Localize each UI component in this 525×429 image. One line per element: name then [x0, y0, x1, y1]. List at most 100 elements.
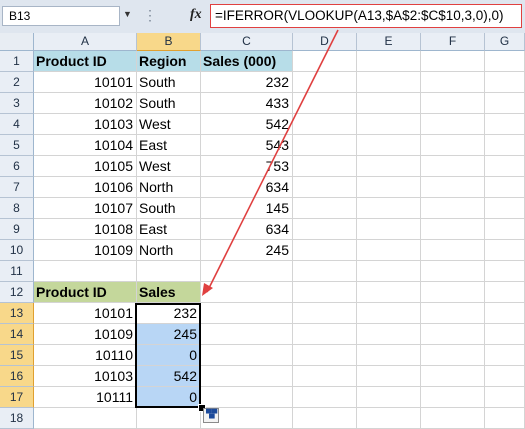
empty-cell[interactable]: [421, 114, 485, 135]
empty-cell[interactable]: [421, 135, 485, 156]
cell-b12[interactable]: Sales: [137, 282, 201, 303]
cell-a1[interactable]: Product ID: [34, 51, 137, 72]
row-header-18[interactable]: 18: [0, 408, 34, 429]
empty-cell[interactable]: [421, 282, 485, 303]
cell-a16[interactable]: 10103: [34, 366, 137, 387]
empty-cell[interactable]: [293, 114, 357, 135]
empty-cell[interactable]: [293, 219, 357, 240]
cell-b17[interactable]: 0: [137, 387, 201, 408]
empty-cell[interactable]: [293, 387, 357, 408]
empty-cell[interactable]: [485, 177, 525, 198]
empty-cell[interactable]: [137, 261, 201, 282]
cell-a2[interactable]: 10101: [34, 72, 137, 93]
insert-function-button[interactable]: fx: [190, 5, 208, 25]
column-header-b[interactable]: B: [137, 33, 201, 51]
empty-cell[interactable]: [421, 366, 485, 387]
cell-a9[interactable]: 10108: [34, 219, 137, 240]
column-header-f[interactable]: F: [421, 33, 485, 51]
cell-b14[interactable]: 245: [137, 324, 201, 345]
cell-a8[interactable]: 10107: [34, 198, 137, 219]
row-header-6[interactable]: 6: [0, 156, 34, 177]
empty-cell[interactable]: [357, 219, 421, 240]
cell-a12[interactable]: Product ID: [34, 282, 137, 303]
empty-cell[interactable]: [485, 261, 525, 282]
empty-cell[interactable]: [357, 114, 421, 135]
column-header-c[interactable]: C: [201, 33, 293, 51]
empty-cell[interactable]: [485, 135, 525, 156]
empty-cell[interactable]: [421, 240, 485, 261]
empty-cell[interactable]: [485, 240, 525, 261]
empty-cell[interactable]: [357, 387, 421, 408]
empty-cell[interactable]: [485, 324, 525, 345]
empty-cell[interactable]: [485, 198, 525, 219]
empty-cell[interactable]: [485, 114, 525, 135]
cell-b9[interactable]: East: [137, 219, 201, 240]
cell-c6[interactable]: 753: [201, 156, 293, 177]
empty-cell[interactable]: [357, 324, 421, 345]
empty-cell[interactable]: [485, 345, 525, 366]
empty-cell[interactable]: [357, 72, 421, 93]
cell-b13-active[interactable]: 232: [137, 303, 201, 324]
empty-cell[interactable]: [293, 261, 357, 282]
empty-cell[interactable]: [485, 72, 525, 93]
empty-cell[interactable]: [485, 303, 525, 324]
empty-cell[interactable]: [357, 240, 421, 261]
cell-a7[interactable]: 10106: [34, 177, 137, 198]
empty-cell[interactable]: [293, 282, 357, 303]
cell-c9[interactable]: 634: [201, 219, 293, 240]
cell-b15[interactable]: 0: [137, 345, 201, 366]
select-all-corner[interactable]: [0, 33, 34, 51]
cell-c5[interactable]: 543: [201, 135, 293, 156]
auto-fill-options-icon[interactable]: ▀▀ ▀: [203, 408, 219, 423]
empty-cell[interactable]: [485, 408, 525, 429]
empty-cell[interactable]: [357, 366, 421, 387]
empty-cell[interactable]: [357, 345, 421, 366]
cell-a13[interactable]: 10101: [34, 303, 137, 324]
empty-cell[interactable]: [485, 51, 525, 72]
empty-cell[interactable]: [485, 366, 525, 387]
empty-cell[interactable]: [421, 177, 485, 198]
cell-c3[interactable]: 433: [201, 93, 293, 114]
empty-cell[interactable]: [485, 219, 525, 240]
formula-bar-splitter-icon[interactable]: ⋮: [143, 7, 158, 24]
empty-cell[interactable]: [34, 261, 137, 282]
empty-cell[interactable]: [357, 51, 421, 72]
row-header-2[interactable]: 2: [0, 72, 34, 93]
cell-a3[interactable]: 10102: [34, 93, 137, 114]
row-header-10[interactable]: 10: [0, 240, 34, 261]
empty-cell[interactable]: [201, 387, 293, 408]
row-header-4[interactable]: 4: [0, 114, 34, 135]
empty-cell[interactable]: [421, 156, 485, 177]
cell-c4[interactable]: 542: [201, 114, 293, 135]
empty-cell[interactable]: [485, 282, 525, 303]
cell-b3[interactable]: South: [137, 93, 201, 114]
row-header-9[interactable]: 9: [0, 219, 34, 240]
empty-cell[interactable]: [357, 261, 421, 282]
empty-cell[interactable]: [421, 324, 485, 345]
cell-b4[interactable]: West: [137, 114, 201, 135]
cell-a6[interactable]: 10105: [34, 156, 137, 177]
empty-cell[interactable]: [421, 387, 485, 408]
row-header-16[interactable]: 16: [0, 366, 34, 387]
row-header-15[interactable]: 15: [0, 345, 34, 366]
empty-cell[interactable]: [201, 261, 293, 282]
cell-b16[interactable]: 542: [137, 366, 201, 387]
empty-cell[interactable]: [293, 177, 357, 198]
empty-cell[interactable]: [293, 345, 357, 366]
empty-cell[interactable]: [421, 345, 485, 366]
empty-cell[interactable]: [421, 51, 485, 72]
row-header-8[interactable]: 8: [0, 198, 34, 219]
empty-cell[interactable]: [137, 408, 201, 429]
empty-cell[interactable]: [357, 93, 421, 114]
empty-cell[interactable]: [485, 387, 525, 408]
cell-b1[interactable]: Region: [137, 51, 201, 72]
empty-cell[interactable]: [293, 93, 357, 114]
name-box[interactable]: B13: [2, 6, 120, 26]
cell-c10[interactable]: 245: [201, 240, 293, 261]
empty-cell[interactable]: [357, 282, 421, 303]
cell-a15[interactable]: 10110: [34, 345, 137, 366]
row-header-1[interactable]: 1: [0, 51, 34, 72]
empty-cell[interactable]: [357, 408, 421, 429]
empty-cell[interactable]: [357, 156, 421, 177]
empty-cell[interactable]: [293, 324, 357, 345]
